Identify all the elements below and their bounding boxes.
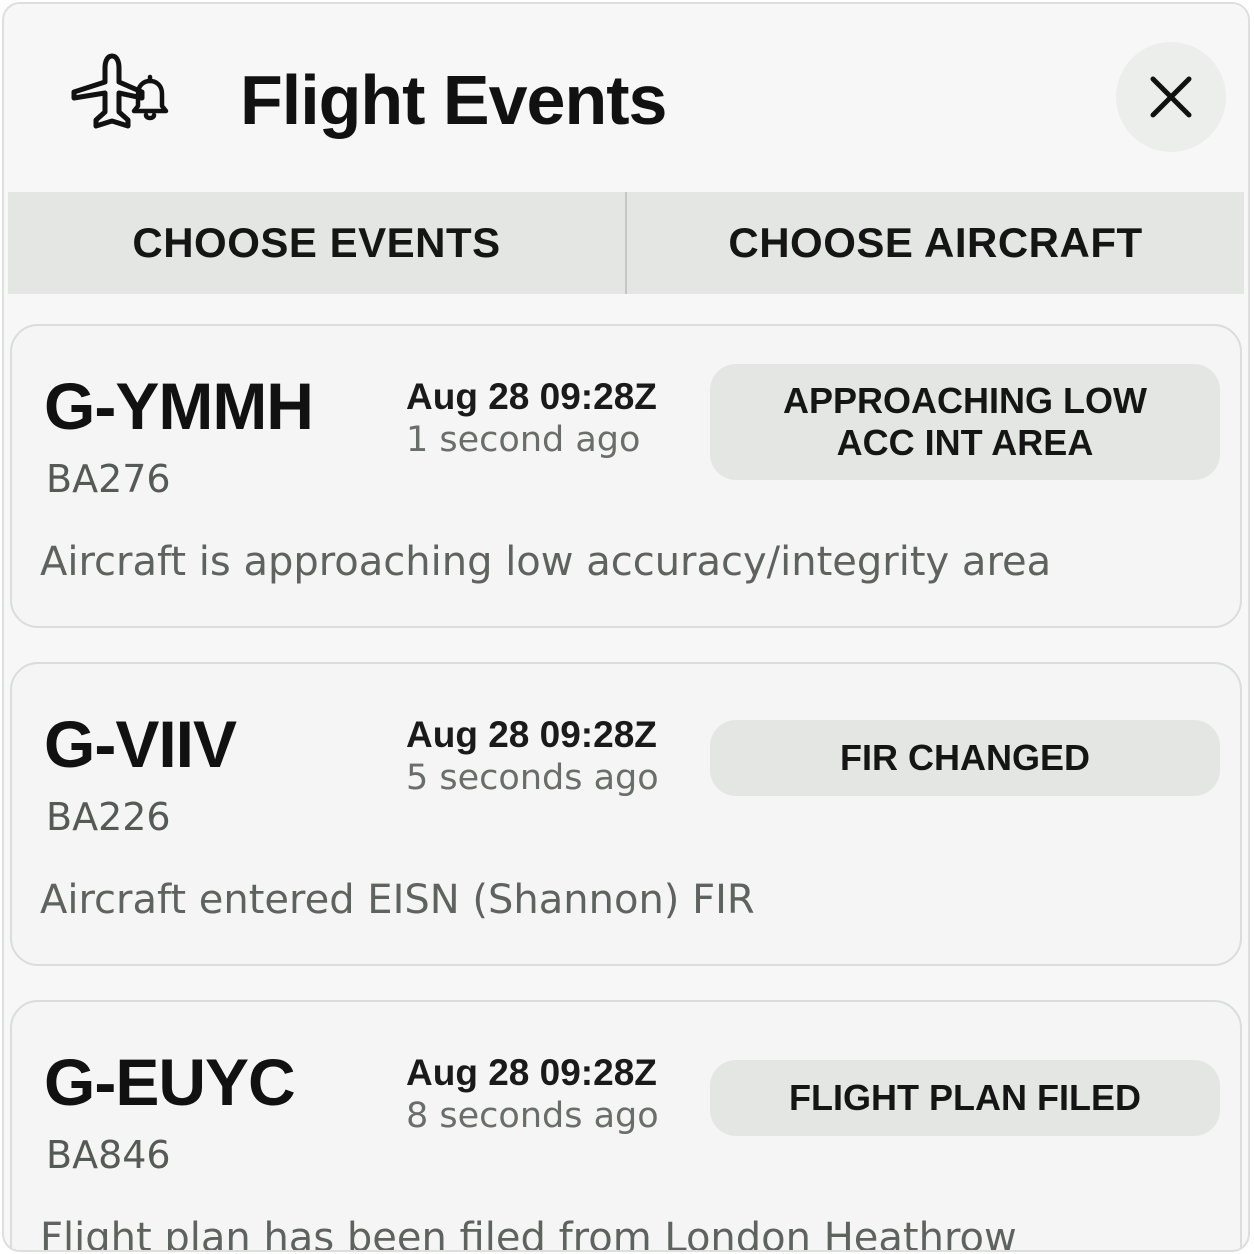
aircraft-registration: G-EUYC	[44, 1045, 296, 1119]
event-description: Flight plan has been filed from London H…	[40, 1215, 1017, 1252]
event-description: Aircraft is approaching low accuracy/int…	[40, 539, 1052, 585]
event-card[interactable]: G-VIIV BA226 Aug 28 09:28Z 5 seconds ago…	[10, 662, 1242, 966]
event-list: G-YMMH BA276 Aug 28 09:28Z 1 second ago …	[4, 4, 1248, 1250]
flight-events-panel: Flight Events CHOOSE EVENTS CHOOSE AIRCR…	[2, 2, 1250, 1252]
event-time: Aug 28 09:28Z	[406, 376, 657, 417]
event-card[interactable]: G-EUYC BA846 Aug 28 09:28Z 8 seconds ago…	[10, 1000, 1242, 1252]
flight-number: BA226	[46, 795, 171, 839]
flight-number: BA846	[46, 1133, 171, 1177]
event-age: 5 seconds ago	[406, 758, 659, 798]
event-card[interactable]: G-YMMH BA276 Aug 28 09:28Z 1 second ago …	[10, 324, 1242, 628]
event-type-badge: FLIGHT PLAN FILED	[710, 1060, 1220, 1136]
event-description: Aircraft entered EISN (Shannon) FIR	[40, 877, 755, 923]
flight-number: BA276	[46, 457, 171, 501]
event-type-badge: FIR CHANGED	[710, 720, 1220, 796]
event-age: 8 seconds ago	[406, 1096, 659, 1136]
event-type-badge: APPROACHING LOW ACC INT AREA	[710, 364, 1220, 480]
aircraft-registration: G-YMMH	[44, 369, 314, 443]
event-age: 1 second ago	[406, 420, 641, 460]
event-time: Aug 28 09:28Z	[406, 714, 657, 755]
aircraft-registration: G-VIIV	[44, 707, 237, 781]
event-time: Aug 28 09:28Z	[406, 1052, 657, 1093]
